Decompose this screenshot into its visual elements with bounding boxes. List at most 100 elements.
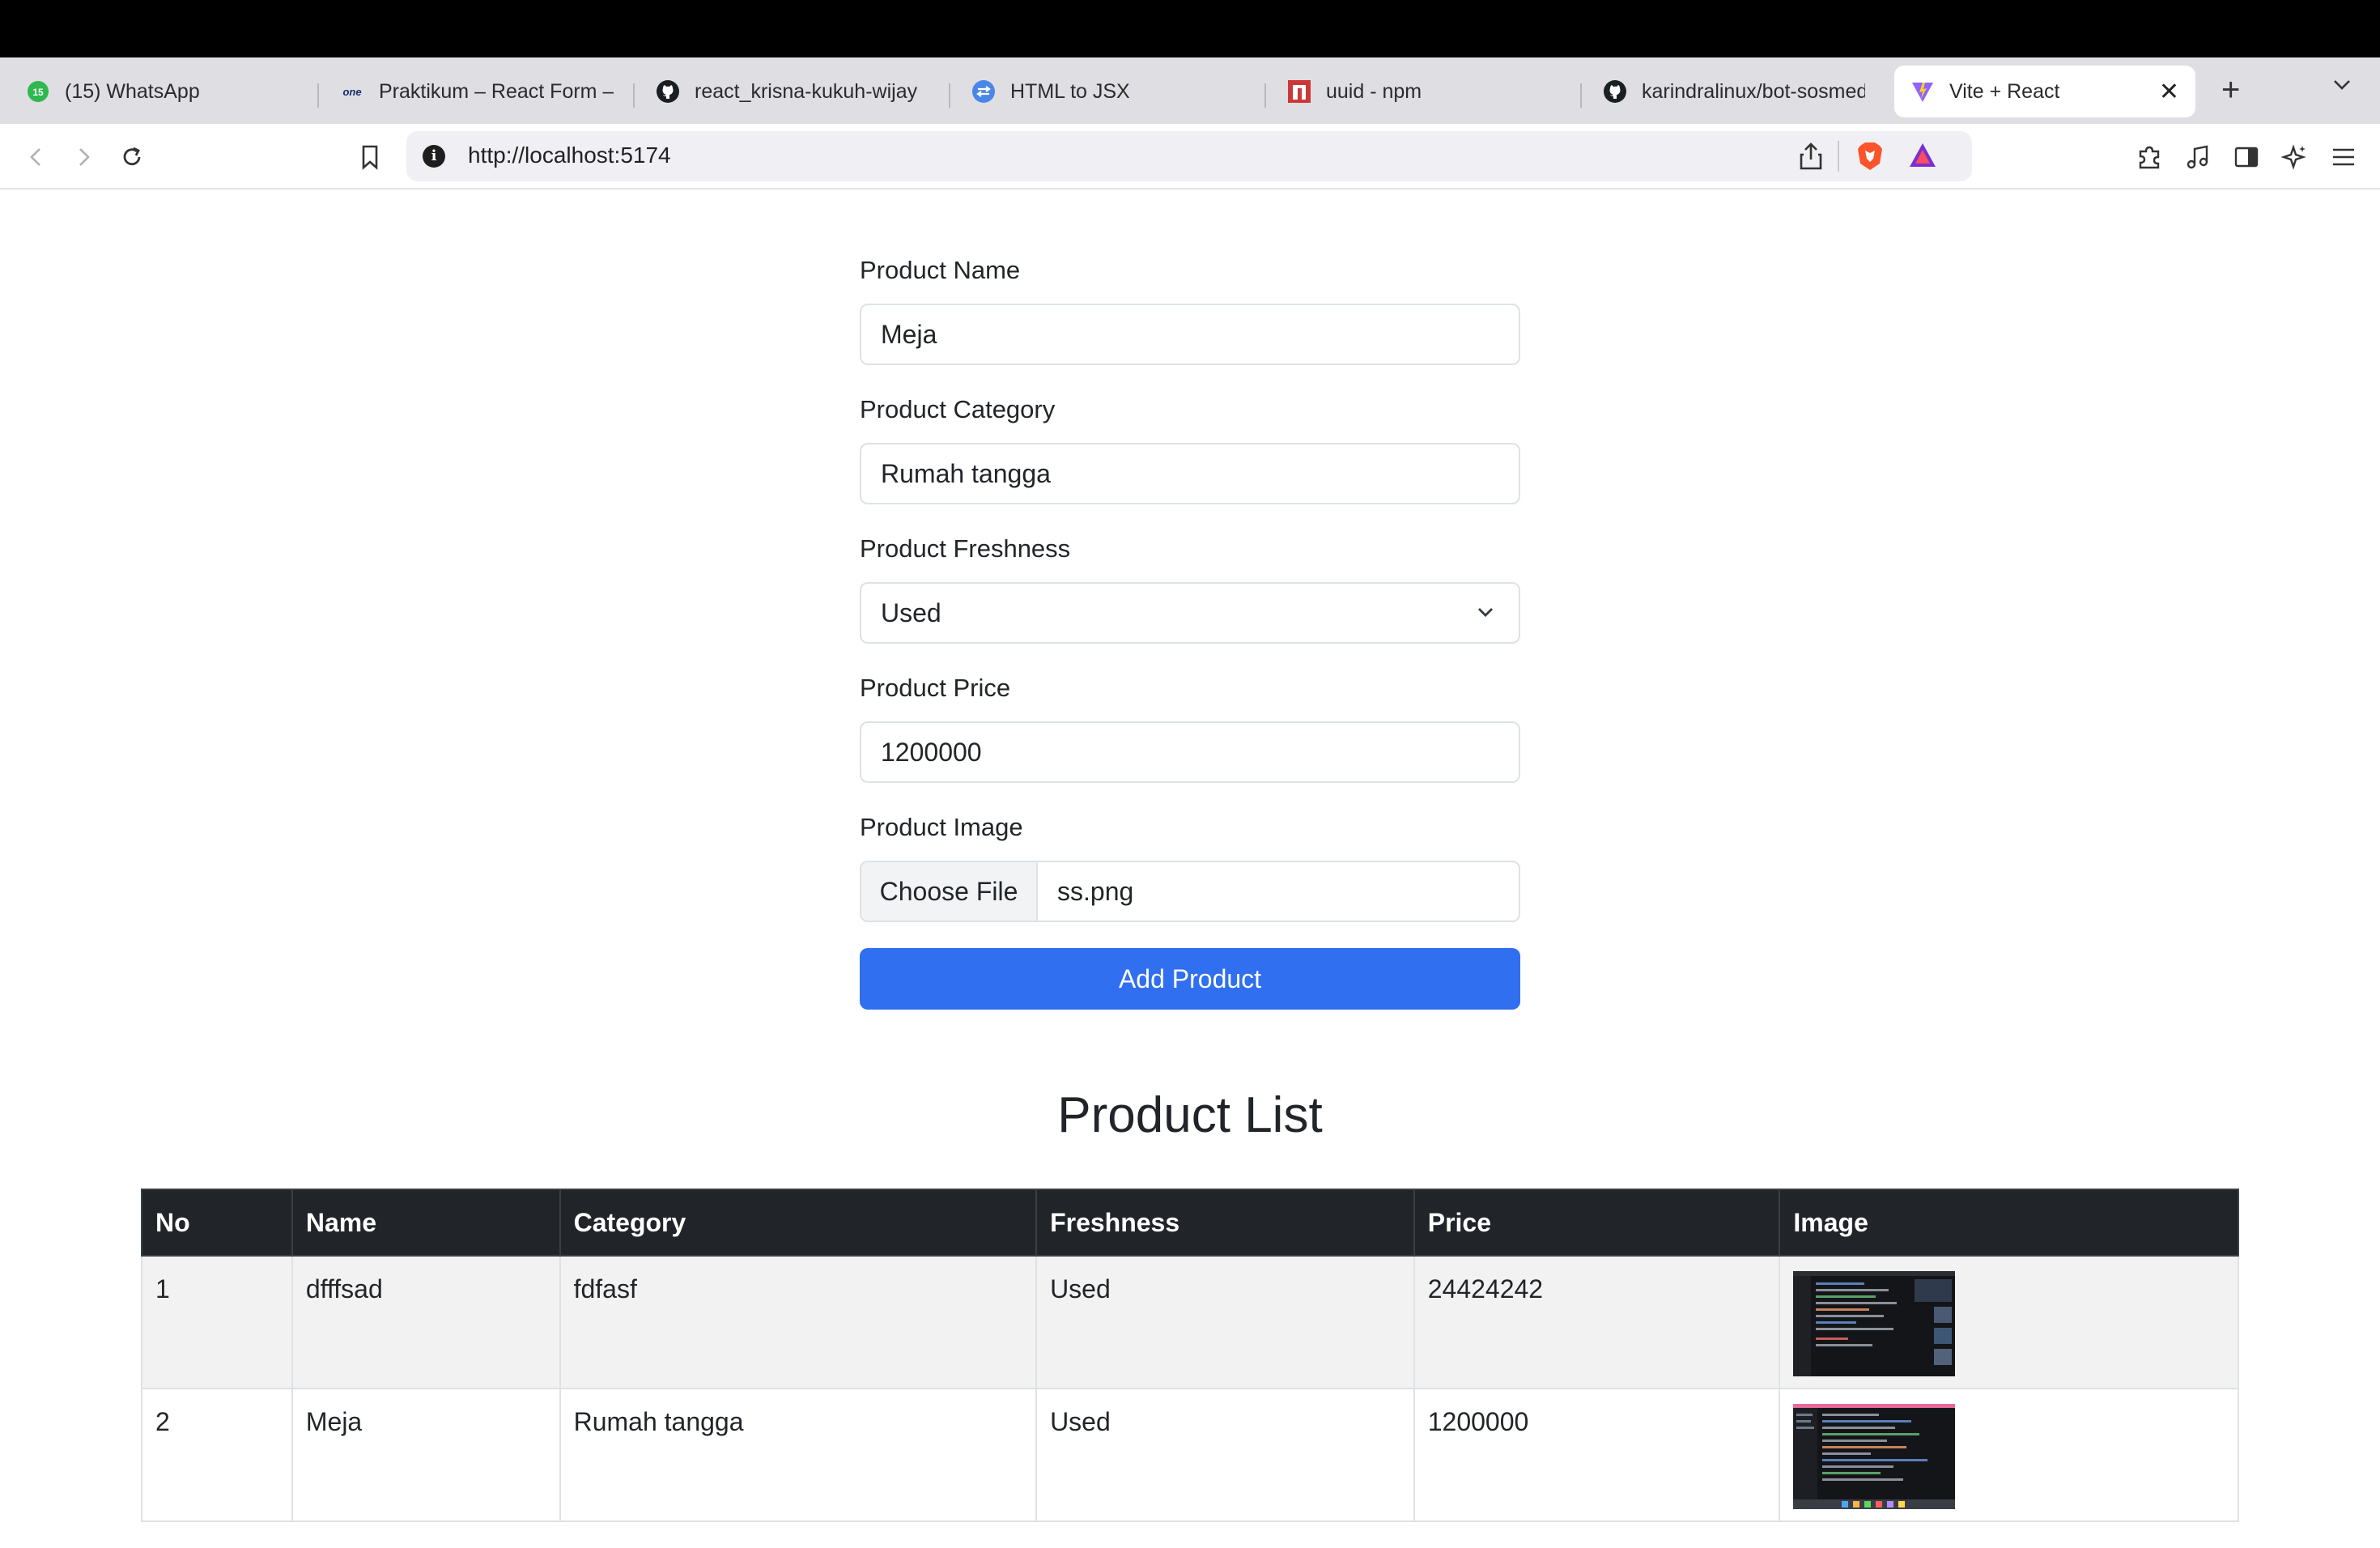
npm-icon <box>1287 79 1311 104</box>
cell-category: Rumah tangga <box>559 1388 1038 1522</box>
tab-html-to-jsx[interactable]: HTML to JSX <box>955 66 1261 117</box>
product-list-title: Product List <box>1057 1087 1323 1143</box>
cell-category: fdfasf <box>559 1255 1038 1389</box>
arrow-left-icon <box>30 148 40 166</box>
product-freshness-select[interactable]: Used <box>860 582 1520 644</box>
new-tab-button[interactable]: + <box>2221 70 2240 110</box>
choose-file-button[interactable]: Choose File <box>861 862 1038 921</box>
cell-freshness: Used <box>1035 1388 1415 1522</box>
cell-image <box>1779 1388 2239 1522</box>
tab-vite-react[interactable]: Vite + React ✕ <box>1894 66 2195 117</box>
tab-whatsapp[interactable]: 15 (15) WhatsApp <box>10 66 316 117</box>
product-name-label: Product Name <box>860 256 1021 284</box>
tab-title: Vite + React <box>1949 79 2060 103</box>
sidebar-icon <box>2234 147 2259 168</box>
product-image-label: Product Image <box>860 813 1023 841</box>
svg-text:15: 15 <box>32 87 44 98</box>
cell-image <box>1779 1255 2239 1389</box>
cell-no: 1 <box>141 1255 293 1389</box>
column-header-freshness: Freshness <box>1035 1189 1415 1257</box>
music-note-icon <box>2187 145 2208 169</box>
navigation-bar: i http://localhost:5174 <box>0 124 2380 189</box>
bookmark-button[interactable] <box>351 138 389 176</box>
product-category-input[interactable]: Rumah tangga <box>860 443 1520 504</box>
bookmark-icon <box>362 145 378 170</box>
vite-icon <box>1910 79 1935 104</box>
tab-title: Praktikum – React Form – <box>379 79 614 103</box>
product-thumbnail-image <box>1793 1404 1956 1509</box>
tab-separator <box>1264 83 1266 108</box>
cell-freshness: Used <box>1035 1255 1415 1389</box>
cell-name: Meja <box>291 1388 561 1522</box>
menu-button[interactable] <box>2325 138 2362 176</box>
hamburger-menu-icon <box>2333 148 2354 166</box>
tab-title: HTML to JSX <box>1010 79 1130 103</box>
url-text[interactable]: http://localhost:5174 <box>468 142 671 168</box>
tab-separator <box>317 83 319 108</box>
tab-github-bot[interactable]: karindralinux/bot-sosmed <box>1587 66 1881 117</box>
github-icon <box>656 79 680 104</box>
tab-praktikum[interactable]: one Praktikum – React Form – <box>324 66 630 117</box>
tab-separator <box>949 83 950 108</box>
form-title: Create Product <box>0 191 2380 202</box>
column-header-price: Price <box>1413 1189 1781 1257</box>
product-price-input[interactable]: 1200000 <box>860 721 1520 783</box>
arrow-right-icon <box>79 148 90 166</box>
table-header-row: No Name Category Freshness Price Image <box>141 1189 2239 1257</box>
sparkle-icon <box>2281 144 2306 170</box>
column-header-name: Name <box>291 1189 561 1257</box>
address-divider <box>1838 141 1839 172</box>
chevron-down-icon <box>2334 80 2350 90</box>
product-thumbnail-image <box>1793 1271 1956 1376</box>
github-icon <box>1603 79 1627 104</box>
whatsapp-icon: 15 <box>26 79 50 104</box>
chevron-down-icon <box>1478 608 1493 617</box>
table-row: 1 dfffsad fdfasf Used 24424242 <box>141 1255 2239 1389</box>
product-table: No Name Category Freshness Price Image 1… <box>141 1189 2239 1522</box>
cell-name: dfffsad <box>291 1255 561 1389</box>
column-header-category: Category <box>559 1189 1038 1257</box>
back-button[interactable] <box>18 138 55 176</box>
tab-separator <box>1580 83 1582 108</box>
screen-top-bar <box>0 0 2380 57</box>
brave-rewards-icon[interactable] <box>1907 141 1938 174</box>
close-tab-icon[interactable]: ✕ <box>2143 78 2179 106</box>
tab-title: (15) WhatsApp <box>65 79 200 103</box>
cell-no: 2 <box>141 1388 293 1522</box>
transform-icon <box>971 79 996 104</box>
tab-title: uuid - npm <box>1326 79 1422 103</box>
tab-separator <box>633 83 635 108</box>
product-freshness-label: Product Freshness <box>860 534 1071 563</box>
tab-github-react[interactable]: react_krisna-kukuh-wijay <box>640 66 946 117</box>
column-header-no: No <box>141 1189 293 1257</box>
media-button[interactable] <box>2179 138 2216 176</box>
address-bar[interactable]: i http://localhost:5174 <box>406 131 1972 181</box>
add-product-button[interactable]: Add Product <box>860 948 1520 1010</box>
selected-file-name: ss.png <box>1057 877 1134 906</box>
page-content: Create Product Product Name Meja Product… <box>0 191 2380 1548</box>
tab-uuid-npm[interactable]: uuid - npm <box>1271 66 1577 117</box>
brave-shields-icon[interactable] <box>1855 141 1885 176</box>
product-category-label: Product Category <box>860 395 1056 423</box>
sidebar-button[interactable] <box>2228 138 2265 176</box>
cell-price: 1200000 <box>1413 1388 1781 1522</box>
cell-price: 24424242 <box>1413 1255 1781 1389</box>
table-row: 2 Meja Rumah tangga Used 1200000 <box>141 1388 2239 1522</box>
tab-list-button[interactable] <box>2331 74 2352 100</box>
extensions-button[interactable] <box>2131 138 2168 176</box>
column-header-image: Image <box>1779 1189 2239 1257</box>
product-price-label: Product Price <box>860 674 1011 702</box>
product-name-input[interactable]: Meja <box>860 304 1520 365</box>
freshness-selected-value: Used <box>881 598 941 627</box>
puzzle-icon <box>2139 146 2160 169</box>
onedrive-icon: one <box>340 79 364 104</box>
product-image-input[interactable]: Choose File ss.png <box>860 861 1520 922</box>
share-icon[interactable] <box>1797 141 1825 176</box>
leo-ai-button[interactable] <box>2276 138 2314 176</box>
reload-icon <box>123 147 141 166</box>
svg-text:one: one <box>342 86 361 98</box>
tab-title: karindralinux/bot-sosmed <box>1642 79 1865 103</box>
site-info-icon[interactable]: i <box>423 145 445 168</box>
reload-button[interactable] <box>113 138 151 176</box>
forward-button[interactable] <box>65 138 102 176</box>
